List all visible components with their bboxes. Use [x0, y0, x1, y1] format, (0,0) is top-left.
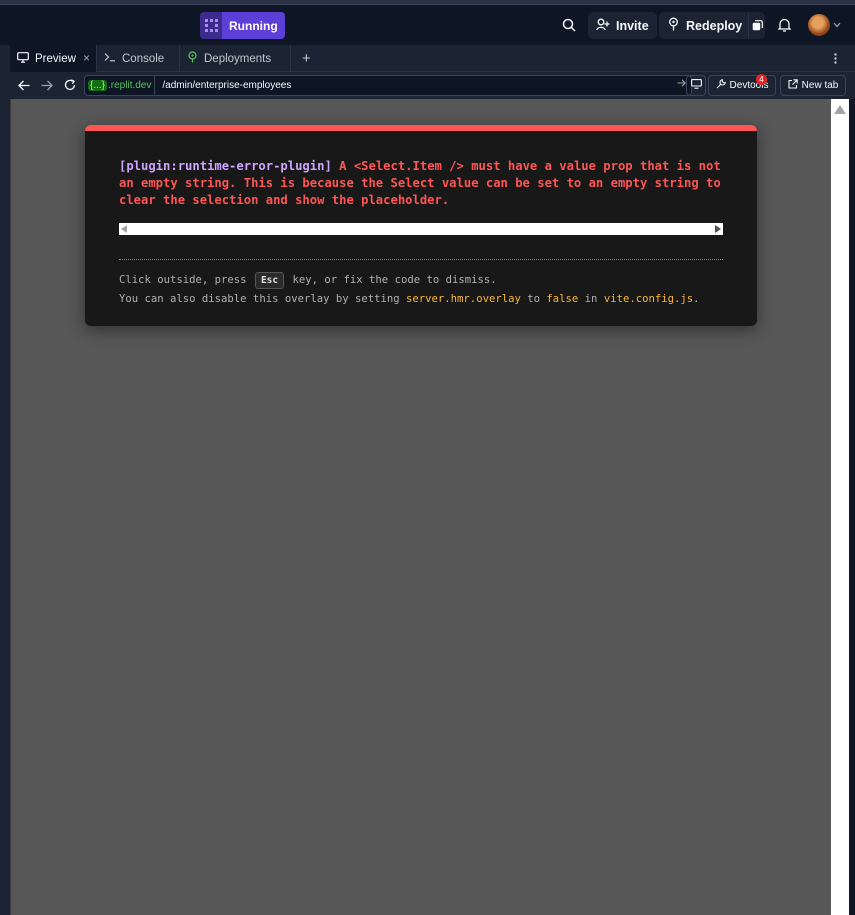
url-input[interactable]: {...} .replit.dev /admin/enterprise-empl…	[84, 75, 692, 96]
tab-console[interactable]: Console	[97, 45, 179, 72]
error-plugin-name: [plugin:runtime-error-plugin]	[119, 159, 332, 173]
run-stop-icon	[200, 12, 222, 39]
redeploy-label: Redeploy	[686, 18, 743, 33]
top-bar: Running Invite Redeploy	[0, 5, 855, 45]
bell-icon[interactable]	[776, 17, 792, 33]
scroll-up-arrow-icon[interactable]	[834, 105, 846, 114]
url-domain-suffix: .replit.dev	[108, 80, 152, 91]
avatar[interactable]	[808, 14, 830, 36]
run-status-button[interactable]: Running	[200, 12, 285, 39]
tab-preview[interactable]: Preview ×	[10, 45, 96, 72]
left-rail	[0, 45, 10, 915]
url-path: /admin/enterprise-employees	[162, 80, 292, 91]
search-icon[interactable]	[561, 17, 577, 33]
url-bar: {...} .replit.dev /admin/enterprise-empl…	[10, 72, 855, 99]
scroll-left-arrow-icon[interactable]	[121, 225, 127, 233]
disable-tip: You can also disable this overlay by set…	[119, 293, 700, 305]
tab-label: Preview	[35, 52, 76, 65]
tab-deployments[interactable]: Deployments	[180, 45, 290, 72]
add-tab-button[interactable]: +	[295, 45, 319, 72]
reload-icon[interactable]	[63, 78, 77, 92]
error-message: [plugin:runtime-error-plugin] A <Select.…	[119, 158, 729, 209]
scroll-right-arrow-icon[interactable]	[715, 225, 721, 233]
right-rail	[849, 99, 855, 915]
terminal-icon	[104, 52, 116, 65]
preview-scrollbar[interactable]	[831, 99, 849, 915]
go-arrow-icon[interactable]	[677, 79, 686, 90]
tip-text: Click outside, press	[119, 274, 247, 286]
tab-bar: Preview × Console Deployments +	[10, 45, 855, 72]
device-toggle-button[interactable]	[686, 75, 706, 96]
close-icon[interactable]: ×	[83, 51, 90, 65]
tip-text: to	[527, 293, 540, 305]
tip-text: .	[693, 293, 700, 305]
invite-label: Invite	[616, 18, 649, 33]
screen-icon	[690, 79, 702, 92]
monitor-icon	[17, 51, 29, 66]
forward-arrow-icon[interactable]	[40, 78, 54, 92]
run-status-label: Running	[222, 12, 285, 39]
tip-code: server.hmr.overlay	[406, 293, 521, 305]
tip-code: vite.config.js	[603, 293, 694, 305]
deploy-options-icon[interactable]	[748, 12, 765, 39]
invite-button[interactable]: Invite	[588, 12, 657, 39]
tab-label: Console	[122, 52, 165, 65]
chevron-down-icon[interactable]	[832, 20, 842, 30]
tab-divider	[290, 45, 291, 72]
wrench-icon	[716, 79, 726, 92]
url-domain-brace: {...}	[88, 80, 108, 91]
back-arrow-icon[interactable]	[17, 78, 31, 92]
tab-label: Deployments	[204, 52, 272, 65]
url-domain[interactable]: {...} .replit.dev	[85, 76, 156, 95]
error-overlay: [plugin:runtime-error-plugin] A <Select.…	[85, 125, 757, 326]
redeploy-button[interactable]: Redeploy	[659, 12, 765, 39]
devtools-badge: 4	[756, 74, 767, 85]
deploy-icon	[187, 51, 198, 66]
error-frame-scroller[interactable]	[119, 223, 723, 235]
esc-key: Esc	[254, 272, 285, 289]
tip-text: You can also disable this overlay by set…	[119, 293, 400, 305]
tip-code: false	[546, 293, 579, 305]
more-options-icon[interactable]	[830, 51, 840, 65]
add-user-icon	[596, 18, 610, 34]
external-link-icon	[788, 79, 798, 92]
tip-text: in	[584, 293, 598, 305]
error-divider	[119, 259, 723, 260]
new-tab-button[interactable]: New tab	[780, 75, 846, 96]
dismiss-tip: Click outside, press Esc key, or fix the…	[119, 272, 497, 289]
new-tab-label: New tab	[801, 80, 839, 91]
tip-text: key, or fix the code to dismiss.	[292, 274, 497, 286]
deploy-icon	[667, 17, 680, 34]
